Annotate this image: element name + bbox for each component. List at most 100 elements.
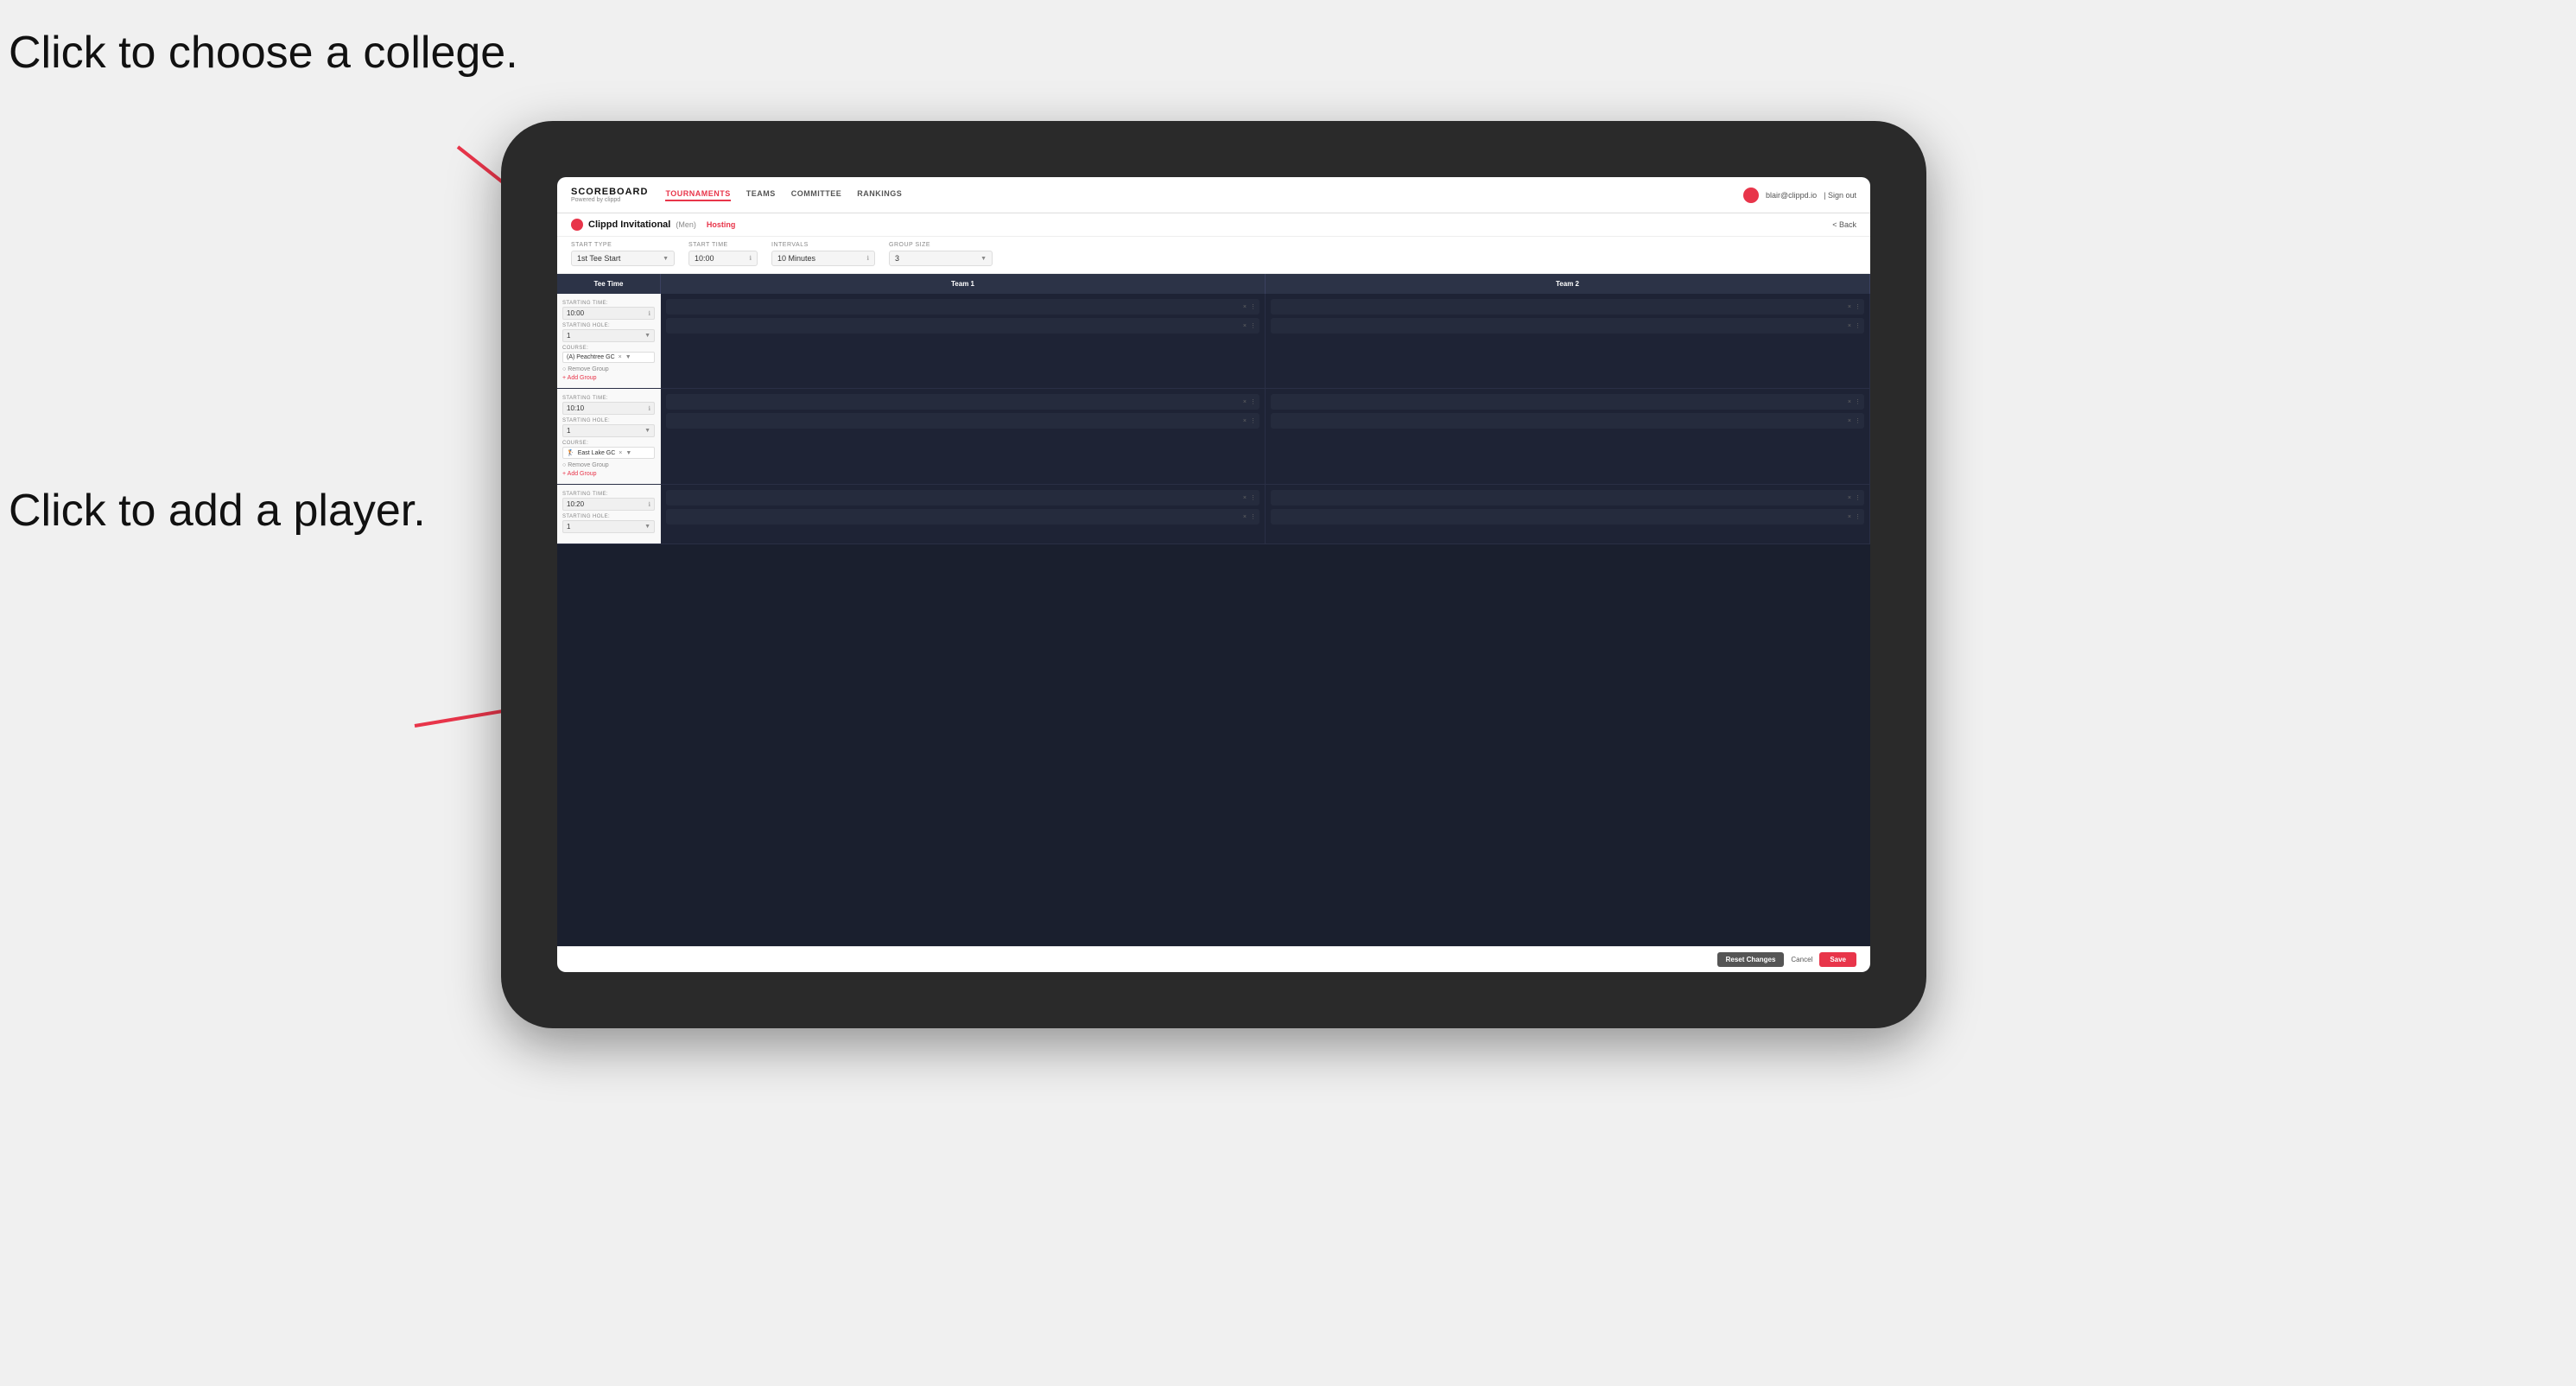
slot-dots-icon: ⋮ — [1855, 322, 1861, 329]
start-time-group: Start Time 10:00 ℹ — [688, 242, 758, 266]
starting-time-input-1[interactable]: 10:00 ℹ — [562, 307, 655, 320]
annotation-player-text: Click to add a player. — [9, 486, 426, 536]
starting-hole-label-3: STARTING HOLE: — [562, 514, 655, 519]
course-field-1: COURSE: (A) Peachtree GC × ▼ — [562, 346, 655, 363]
sign-out[interactable]: | Sign out — [1824, 191, 1856, 200]
hole-chevron-3: ▼ — [644, 524, 650, 530]
player-slot-1-1[interactable]: × ⋮ — [666, 299, 1259, 315]
starting-time-label-3: STARTING TIME: — [562, 492, 655, 497]
group-row-2: STARTING TIME: 10:10 ℹ STARTING HOLE: 1 … — [557, 389, 1870, 485]
event-tag: (Men) — [676, 220, 696, 229]
group-size-select[interactable]: 3 ▼ — [889, 251, 993, 266]
add-group-link-2[interactable]: + Add Group — [562, 471, 655, 477]
starting-hole-label-2: STARTING HOLE: — [562, 418, 655, 423]
time-info-icon-3: ℹ — [648, 501, 650, 508]
hole-chevron-2: ▼ — [644, 428, 650, 434]
starting-time-label-1: STARTING TIME: — [562, 301, 655, 306]
intervals-select[interactable]: 10 Minutes ℹ — [771, 251, 875, 266]
save-button[interactable]: Save — [1819, 952, 1856, 967]
starting-time-field-2: STARTING TIME: 10:10 ℹ — [562, 396, 655, 415]
group-size-value: 3 — [895, 254, 899, 263]
team1-col-1: × ⋮ × ⋮ — [661, 294, 1266, 388]
controls-row: Start Type 1st Tee Start ▼ Start Time 10… — [557, 237, 1870, 274]
player-slot-5-2[interactable]: × ⋮ — [666, 509, 1259, 525]
slot-dots-icon: ⋮ — [1855, 303, 1861, 310]
nav-rankings[interactable]: RANKINGS — [857, 189, 902, 201]
cancel-button[interactable]: Cancel — [1791, 956, 1812, 963]
slot-dots-icon: ⋮ — [1250, 494, 1256, 501]
nav-teams[interactable]: TEAMS — [746, 189, 776, 201]
player-slot-6-1[interactable]: × ⋮ — [1271, 490, 1864, 505]
start-time-input[interactable]: 10:00 ℹ — [688, 251, 758, 266]
remove-group-link-2[interactable]: ○ Remove Group — [562, 462, 655, 468]
slot-x-icon: × — [1848, 304, 1851, 310]
slot-x-icon: × — [1243, 399, 1247, 405]
team2-col-3: × ⋮ × ⋮ — [1266, 485, 1870, 544]
time-info-icon-1: ℹ — [648, 310, 650, 317]
slot-x-icon: × — [1848, 323, 1851, 329]
slot-dots-icon: ⋮ — [1250, 417, 1256, 424]
slot-x-icon: × — [1243, 514, 1247, 520]
player-slot-5-1[interactable]: × ⋮ — [666, 490, 1259, 505]
hole-chevron-1: ▼ — [644, 333, 650, 339]
slot-dots-icon: ⋮ — [1250, 513, 1256, 520]
slot-dots-icon: ⋮ — [1855, 513, 1861, 520]
chevron-down-icon: ▼ — [663, 256, 669, 262]
course-tag-1[interactable]: (A) Peachtree GC × ▼ — [562, 352, 655, 363]
brand-title: SCOREBOARD — [571, 187, 648, 197]
starting-hole-input-3[interactable]: 1 ▼ — [562, 520, 655, 533]
starting-hole-field-1: STARTING HOLE: 1 ▼ — [562, 323, 655, 342]
back-button[interactable]: < Back — [1832, 220, 1856, 229]
player-slot-3-2[interactable]: × ⋮ — [666, 413, 1259, 429]
starting-hole-input-1[interactable]: 1 ▼ — [562, 329, 655, 342]
start-type-value: 1st Tee Start — [577, 254, 620, 263]
remove-group-link-1[interactable]: ○ Remove Group — [562, 366, 655, 372]
col-team2-header: Team 2 — [1266, 274, 1870, 294]
slot-dots-icon: ⋮ — [1855, 417, 1861, 424]
annotation-player: Click to add a player. — [9, 484, 426, 537]
player-slot-6-2[interactable]: × ⋮ — [1271, 509, 1864, 525]
hosting-badge: Hosting — [707, 220, 736, 229]
start-time-label: Start Time — [688, 242, 758, 248]
player-slot-2-2[interactable]: × ⋮ — [1271, 318, 1864, 334]
nav-links: TOURNAMENTS TEAMS COMMITTEE RANKINGS — [665, 189, 1743, 201]
slot-x-icon: × — [1848, 514, 1851, 520]
info-icon-intervals: ℹ — [866, 255, 869, 262]
intervals-label: Intervals — [771, 242, 875, 248]
starting-hole-input-2[interactable]: 1 ▼ — [562, 424, 655, 437]
nav-committee[interactable]: COMMITTEE — [791, 189, 842, 201]
start-type-label: Start Type — [571, 242, 675, 248]
team-slots-1: × ⋮ × ⋮ × ⋮ — [661, 294, 1870, 388]
course-icon-2: 🏌 — [567, 449, 574, 456]
start-type-select[interactable]: 1st Tee Start ▼ — [571, 251, 675, 266]
starting-hole-field-3: STARTING HOLE: 1 ▼ — [562, 514, 655, 533]
player-slot-3-1[interactable]: × ⋮ — [666, 394, 1259, 410]
group-row-3: STARTING TIME: 10:20 ℹ STARTING HOLE: 1 … — [557, 485, 1870, 544]
course-remove-icon-1[interactable]: × — [619, 354, 622, 360]
course-tag-2[interactable]: 🏌 East Lake GC × ▼ — [562, 447, 655, 459]
starting-time-input-2[interactable]: 10:10 ℹ — [562, 402, 655, 415]
course-remove-icon-2[interactable]: × — [619, 450, 622, 456]
brand: SCOREBOARD Powered by clippd — [571, 187, 648, 203]
tablet-frame: SCOREBOARD Powered by clippd TOURNAMENTS… — [501, 121, 1926, 1028]
player-slot-4-1[interactable]: × ⋮ — [1271, 394, 1864, 410]
team-slots-3: × ⋮ × ⋮ × ⋮ — [661, 485, 1870, 544]
group-controls-2: STARTING TIME: 10:10 ℹ STARTING HOLE: 1 … — [557, 389, 661, 484]
course-field-2: COURSE: 🏌 East Lake GC × ▼ — [562, 441, 655, 459]
course-chevron-2: ▼ — [625, 450, 631, 456]
start-time-value: 10:00 — [695, 254, 714, 263]
nav-right: blair@clippd.io | Sign out — [1743, 188, 1856, 203]
team1-col-3: × ⋮ × ⋮ — [661, 485, 1266, 544]
nav-tournaments[interactable]: TOURNAMENTS — [665, 189, 730, 201]
group-size-group: Group Size 3 ▼ — [889, 242, 993, 266]
team2-col-2: × ⋮ × ⋮ — [1266, 389, 1870, 484]
player-slot-2-1[interactable]: × ⋮ — [1271, 299, 1864, 315]
slot-dots-icon: ⋮ — [1855, 398, 1861, 405]
slot-x-icon: × — [1243, 304, 1247, 310]
reset-button[interactable]: Reset Changes — [1717, 952, 1785, 967]
course-chevron-1: ▼ — [625, 354, 631, 360]
starting-time-input-3[interactable]: 10:20 ℹ — [562, 498, 655, 511]
player-slot-4-2[interactable]: × ⋮ — [1271, 413, 1864, 429]
add-group-link-1[interactable]: + Add Group — [562, 375, 655, 381]
player-slot-1-2[interactable]: × ⋮ — [666, 318, 1259, 334]
